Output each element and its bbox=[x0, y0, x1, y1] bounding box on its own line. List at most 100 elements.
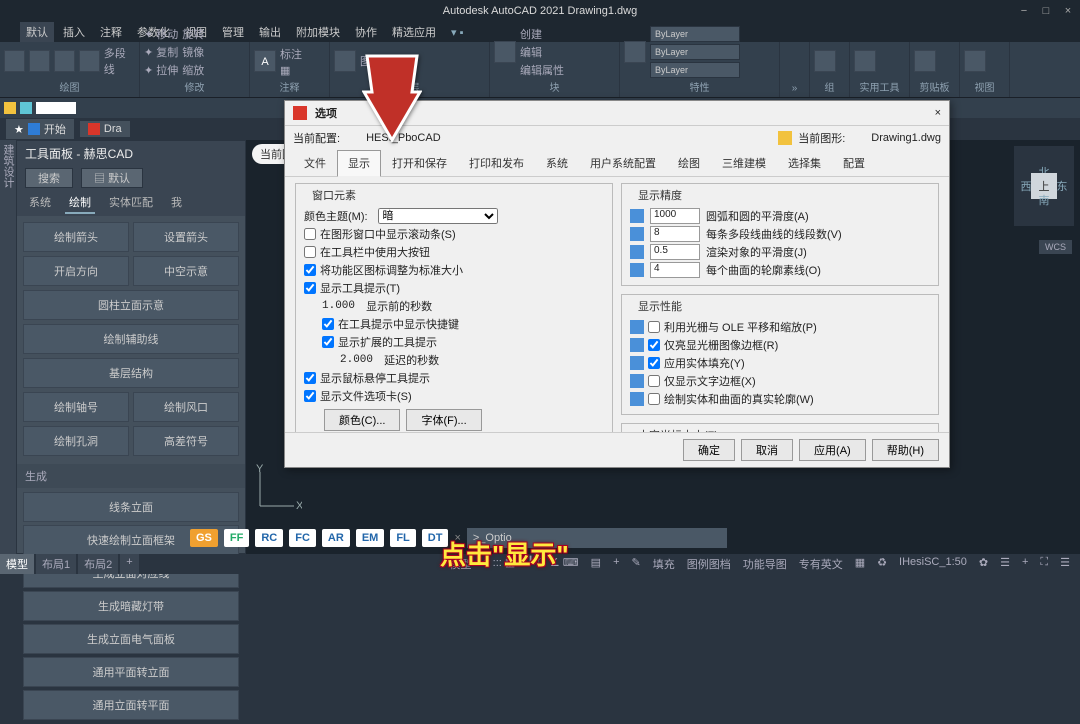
status-item[interactable]: 填充 bbox=[649, 554, 679, 574]
compass-south[interactable]: 南 bbox=[1039, 192, 1050, 208]
silhouette-checkbox[interactable] bbox=[648, 393, 660, 405]
ok-button[interactable]: 确定 bbox=[683, 439, 735, 461]
tool-button[interactable]: 通用立面转平面 bbox=[23, 690, 239, 720]
layout-tab[interactable]: 布局1 bbox=[36, 554, 76, 574]
dialog-tab[interactable]: 选择集 bbox=[777, 150, 832, 176]
menu-item[interactable]: 附加模块 bbox=[290, 22, 346, 42]
modify-tool[interactable]: 旋转 bbox=[182, 26, 204, 42]
tool-button[interactable]: 设置箭头 bbox=[133, 222, 239, 252]
status-item[interactable]: + bbox=[609, 554, 623, 574]
compass-east[interactable]: 东 bbox=[1057, 178, 1068, 194]
hover-checkbox[interactable] bbox=[304, 372, 316, 384]
dialog-close-icon[interactable]: × bbox=[935, 107, 941, 119]
status-item[interactable]: + bbox=[1018, 554, 1032, 574]
gs-chip[interactable]: GS bbox=[190, 529, 218, 547]
status-item[interactable]: ▦ bbox=[851, 554, 869, 574]
wcs-label[interactable]: WCS bbox=[1039, 240, 1072, 254]
dialog-tab[interactable]: 用户系统配置 bbox=[579, 150, 667, 176]
bigbtn-checkbox[interactable] bbox=[304, 246, 316, 258]
menu-item[interactable]: 输出 bbox=[253, 22, 287, 42]
qat-folder-icon[interactable] bbox=[4, 102, 16, 114]
colors-button[interactable]: 颜色(C)... bbox=[324, 409, 400, 431]
modify-tool[interactable]: ✦ 拉伸 bbox=[144, 62, 178, 78]
polyline-tool-icon[interactable] bbox=[29, 50, 50, 72]
group-icon[interactable] bbox=[814, 50, 836, 72]
tool-button[interactable]: 生成立面电气面板 bbox=[23, 624, 239, 654]
dimension-label[interactable]: 标注 bbox=[280, 46, 302, 62]
paste-icon[interactable] bbox=[914, 50, 936, 72]
modify-tool[interactable]: ✦ 复制 bbox=[144, 44, 178, 60]
dialog-tab[interactable]: 系统 bbox=[535, 150, 579, 176]
tool-button[interactable]: 绘制风口 bbox=[133, 392, 239, 422]
menu-item[interactable]: 精选应用 bbox=[386, 22, 442, 42]
lineweight-dropdown[interactable]: ByLayer bbox=[650, 62, 740, 78]
layer-dropdown[interactable]: ByLayer bbox=[650, 26, 740, 42]
tool-button[interactable]: 中空示意 bbox=[133, 256, 239, 286]
status-item[interactable]: ⛶ bbox=[1036, 554, 1052, 574]
palette-tab[interactable]: 实体匹配 bbox=[105, 192, 157, 214]
maximize-icon[interactable]: □ bbox=[1038, 4, 1054, 18]
palette-tab[interactable]: 绘制 bbox=[65, 192, 95, 214]
block-editattr[interactable]: 编辑属性 bbox=[520, 62, 564, 78]
ribbon-group-label[interactable]: » bbox=[784, 82, 805, 95]
status-item[interactable]: IHesiSC_1:50 bbox=[895, 554, 971, 574]
menu-item[interactable]: 插入 bbox=[57, 22, 91, 42]
view-icon[interactable] bbox=[964, 50, 986, 72]
close-icon[interactable]: × bbox=[1060, 4, 1076, 18]
block-edit[interactable]: 编辑 bbox=[520, 44, 564, 60]
ribbicon-checkbox[interactable] bbox=[304, 264, 316, 276]
scrollbar-checkbox[interactable] bbox=[304, 228, 316, 240]
tool-button[interactable]: 高差符号 bbox=[133, 426, 239, 456]
poly-seg-input[interactable]: 8 bbox=[650, 226, 700, 242]
status-item[interactable]: ☰ bbox=[996, 554, 1014, 574]
block-create[interactable]: 创建 bbox=[520, 26, 564, 42]
tool-button[interactable]: 绘制轴号 bbox=[23, 392, 129, 422]
drawing-tab[interactable]: Dra bbox=[80, 121, 130, 137]
apply-button[interactable]: 应用(A) bbox=[799, 439, 866, 461]
add-layout-icon[interactable]: + bbox=[120, 554, 138, 574]
tool-button[interactable]: 基层结构 bbox=[23, 358, 239, 388]
textframe-checkbox[interactable] bbox=[648, 375, 660, 387]
circle-tool-icon[interactable] bbox=[54, 50, 75, 72]
status-item[interactable]: 专有英文 bbox=[795, 554, 847, 574]
help-button[interactable]: 帮助(H) bbox=[872, 439, 939, 461]
dialog-tab[interactable]: 绘图 bbox=[667, 150, 711, 176]
cmd-chip[interactable]: FL bbox=[390, 529, 415, 547]
raster-checkbox[interactable] bbox=[648, 321, 660, 333]
palette-tab[interactable]: 我 bbox=[167, 192, 186, 214]
exttooltip-checkbox[interactable] bbox=[322, 336, 334, 348]
dialog-tab[interactable]: 打印和发布 bbox=[458, 150, 535, 176]
modify-tool[interactable]: ✦ 移动 bbox=[144, 26, 178, 42]
tooltip-checkbox[interactable] bbox=[304, 282, 316, 294]
shortcut-checkbox[interactable] bbox=[322, 318, 334, 330]
viewcube[interactable]: 北 西上东 南 bbox=[1014, 146, 1074, 226]
cmd-chip[interactable]: FC bbox=[289, 529, 316, 547]
modify-tool[interactable]: 缩放 bbox=[182, 62, 204, 78]
palette-tab[interactable]: 系统 bbox=[25, 192, 55, 214]
fonts-button[interactable]: 字体(F)... bbox=[406, 409, 481, 431]
modify-tool[interactable]: 镜像 bbox=[182, 44, 204, 60]
tool-button[interactable]: 圆柱立面示意 bbox=[23, 290, 239, 320]
tool-button[interactable]: 绘制箭头 bbox=[23, 222, 129, 252]
theme-select[interactable]: 暗 bbox=[378, 208, 498, 224]
cancel-button[interactable]: 取消 bbox=[741, 439, 793, 461]
match-prop-icon[interactable] bbox=[624, 41, 646, 63]
model-tab[interactable]: 模型 bbox=[0, 554, 34, 574]
menu-overflow-icon[interactable]: ▾ ▪ bbox=[445, 24, 469, 41]
qat-dropdown-icon[interactable] bbox=[36, 102, 76, 114]
tool-button[interactable]: 绘制孔洞 bbox=[23, 426, 129, 456]
line-tool-icon[interactable] bbox=[4, 50, 25, 72]
start-tab[interactable]: ★开始 bbox=[6, 119, 74, 139]
menu-item[interactable]: 协作 bbox=[349, 22, 383, 42]
arc-smooth-input[interactable]: 1000 bbox=[650, 208, 700, 224]
text-tool-icon[interactable]: A bbox=[254, 50, 276, 72]
status-item[interactable]: ✎ bbox=[628, 554, 645, 574]
layout-tab[interactable]: 布局2 bbox=[78, 554, 118, 574]
cmd-chip[interactable]: RC bbox=[255, 529, 283, 547]
dialog-tab[interactable]: 打开和保存 bbox=[381, 150, 458, 176]
cmd-chip[interactable]: AR bbox=[322, 529, 350, 547]
color-dropdown[interactable]: ByLayer bbox=[650, 44, 740, 60]
solidfill-checkbox[interactable] bbox=[648, 357, 660, 369]
status-item[interactable]: ♻ bbox=[873, 554, 891, 574]
cmd-chip[interactable]: FF bbox=[224, 529, 249, 547]
